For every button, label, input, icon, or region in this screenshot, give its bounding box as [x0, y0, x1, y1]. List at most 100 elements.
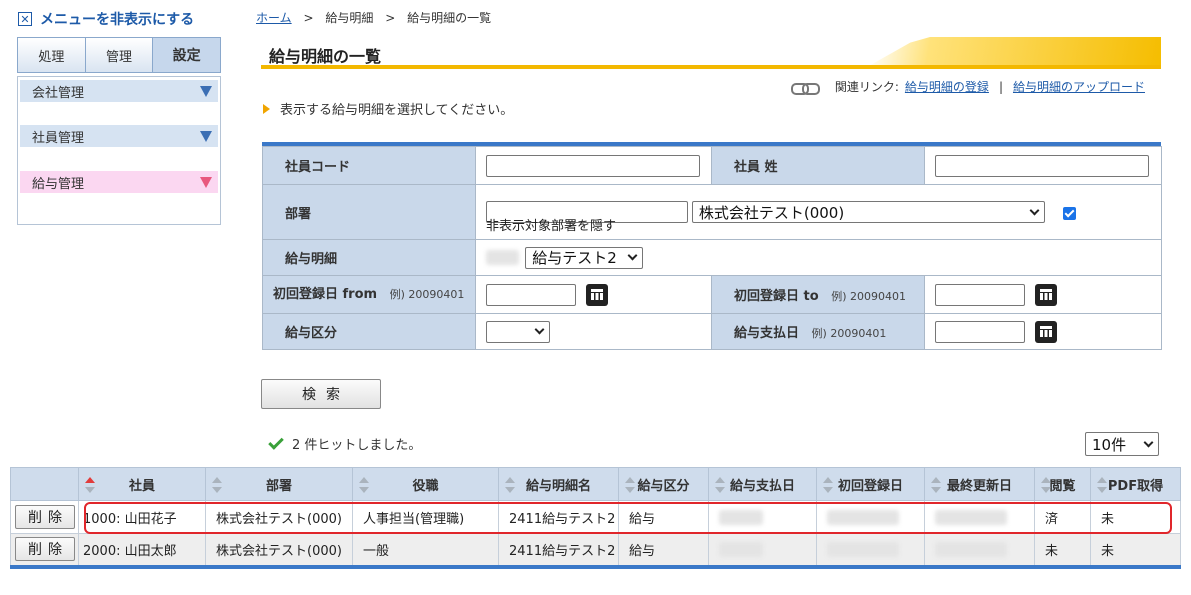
- menu-tabs: 処理 管理 設定: [17, 37, 221, 73]
- breadcrumb: ホーム > 給与明細 > 給与明細の一覧: [256, 9, 491, 26]
- chevron-down-icon: [627, 250, 638, 261]
- cell-department: 株式会社テスト(000): [205, 533, 353, 567]
- sidebar-item-employee[interactable]: 社員管理: [20, 125, 218, 147]
- instruction-text: 表示する給与明細を選択してください。: [280, 103, 514, 118]
- cell-pay-date: [708, 500, 817, 534]
- delete-button[interactable]: 削除: [15, 505, 75, 529]
- sort-icon: [625, 477, 635, 493]
- cell-viewed: 未: [1034, 533, 1091, 567]
- header-position[interactable]: 役職: [352, 467, 499, 501]
- tab-settings[interactable]: 設定: [153, 38, 221, 72]
- delete-button[interactable]: 削除: [15, 537, 75, 562]
- header-employee[interactable]: 社員: [78, 467, 206, 501]
- table-row[interactable]: 削除 2000: 山田太郎 株式会社テスト(000) 一般 2411給与テスト2…: [10, 533, 1181, 567]
- chevron-down-icon: [1143, 437, 1154, 447]
- sort-active-icon: [85, 477, 95, 493]
- pay-type-select[interactable]: [486, 320, 550, 343]
- payslip-select[interactable]: 給与テスト2: [525, 246, 644, 269]
- cell-pdf[interactable]: 未: [1090, 533, 1181, 567]
- sidebar-item-label: 会社管理: [32, 85, 85, 101]
- sort-icon: [715, 477, 725, 493]
- first-reg-from-example: 例) 20090401: [389, 287, 465, 301]
- payslip-select-value: 給与テスト2: [532, 249, 617, 267]
- tab-management[interactable]: 管理: [85, 38, 154, 72]
- related-links: 関連リンク: 給与明細の登録 | 給与明細のアップロード: [790, 78, 1145, 95]
- cell-payslip-name: 2411給与テスト2: [498, 533, 619, 567]
- sidebar-item-label: 給与管理: [32, 176, 85, 192]
- search-button[interactable]: 検索: [261, 379, 381, 409]
- search-form: 社員コード 社員 姓 部署 株式会社テスト(000) 非表示対象部署を隠す 給与…: [262, 142, 1162, 350]
- cell-pdf[interactable]: 未: [1090, 500, 1181, 534]
- cell-position: 人事担当(管理職): [352, 500, 499, 534]
- title-swoosh-decoration: [870, 37, 1161, 65]
- breadcrumb-separator: >: [303, 11, 314, 25]
- chain-link-icon: [790, 82, 820, 95]
- page-title: 給与明細の一覧: [269, 47, 382, 66]
- cell-viewed: 済: [1034, 500, 1091, 534]
- cell-employee: 2000: 山田太郎: [78, 533, 206, 567]
- header-department[interactable]: 部署: [205, 467, 353, 501]
- pay-type-label: 給与区分: [262, 313, 476, 350]
- first-reg-to-input[interactable]: [935, 283, 1025, 306]
- sidebar-item-company[interactable]: 会社管理: [20, 80, 218, 102]
- first-reg-from-input[interactable]: [486, 283, 576, 306]
- first-reg-from-label: 初回登録日 from: [273, 286, 378, 302]
- first-reg-from-label-cell: 初回登録日 from 例) 20090401: [262, 275, 476, 314]
- cell-employee: 1000: 山田花子: [78, 500, 206, 534]
- related-links-label: 関連リンク:: [834, 80, 899, 94]
- triangle-down-icon: [200, 176, 212, 188]
- payslip-blurred-prefix: 2411: [486, 250, 520, 265]
- cell-position: 一般: [352, 533, 499, 567]
- sidebar-item-label: 社員管理: [32, 130, 85, 146]
- breadcrumb-current: 給与明細の一覧: [407, 11, 492, 25]
- header-pdf[interactable]: PDF取得: [1090, 467, 1181, 501]
- sort-icon: [1097, 477, 1107, 493]
- header-pay-type[interactable]: 給与区分: [618, 467, 709, 501]
- breadcrumb-payslip: 給与明細: [325, 11, 374, 25]
- cell-payslip-name: 2411給与テスト2: [498, 500, 619, 534]
- menu-toggle[interactable]: ✕ メニューを非表示にする: [18, 9, 194, 29]
- employee-code-input[interactable]: [486, 154, 700, 177]
- hide-dept-checkbox-label: 非表示対象部署を隠す: [486, 219, 617, 234]
- sort-icon: [1041, 477, 1051, 493]
- first-reg-to-label-cell: 初回登録日 to 例) 20090401: [711, 275, 925, 314]
- header-payslip-name[interactable]: 給与明細名: [498, 467, 619, 501]
- cell-pay-type: 給与: [618, 533, 709, 567]
- related-links-divider: |: [998, 79, 1003, 94]
- first-reg-to-label: 初回登録日 to: [734, 289, 819, 304]
- table-row[interactable]: 削除 1000: 山田花子 株式会社テスト(000) 人事担当(管理職) 241…: [10, 500, 1181, 534]
- hit-count-text: 2 件ヒットしました。: [292, 438, 422, 453]
- header-first-reg[interactable]: 初回登録日: [816, 467, 925, 501]
- per-page-select[interactable]: 10件: [1085, 432, 1159, 456]
- triangle-down-icon: [200, 130, 212, 142]
- pay-date-input[interactable]: [935, 320, 1025, 343]
- pay-date-example: 例) 20090401: [811, 327, 887, 340]
- sort-icon: [931, 477, 941, 493]
- cell-first-reg: [816, 500, 925, 534]
- sort-icon: [359, 477, 369, 493]
- page-title-bar: 給与明細の一覧: [261, 37, 1161, 69]
- sidebar-item-payroll[interactable]: 給与管理: [20, 171, 218, 193]
- calendar-icon[interactable]: [586, 283, 609, 306]
- per-page-value: 10件: [1092, 435, 1127, 454]
- surname-input[interactable]: [935, 154, 1149, 177]
- calendar-icon[interactable]: [1035, 320, 1058, 343]
- department-label: 部署: [262, 184, 476, 240]
- triangle-down-icon: [200, 85, 212, 97]
- payslip-register-link[interactable]: 給与明細の登録: [905, 78, 989, 95]
- cell-first-reg: [816, 533, 925, 567]
- breadcrumb-home-link[interactable]: ホーム: [256, 11, 292, 25]
- calendar-icon[interactable]: [1035, 283, 1058, 306]
- pay-date-label-cell: 給与支払日 例) 20090401: [711, 313, 925, 350]
- header-viewed[interactable]: 閲覧: [1034, 467, 1091, 501]
- header-last-update[interactable]: 最終更新日: [924, 467, 1035, 501]
- header-pay-date[interactable]: 給与支払日: [708, 467, 817, 501]
- surname-label: 社員 姓: [711, 146, 925, 185]
- search-form-table: 社員コード 社員 姓 部署 株式会社テスト(000) 非表示対象部署を隠す 給与…: [262, 146, 1162, 350]
- payslip-upload-link[interactable]: 給与明細のアップロード: [1013, 78, 1145, 95]
- employee-code-label: 社員コード: [262, 146, 476, 185]
- tab-process[interactable]: 処理: [18, 38, 86, 72]
- hit-count: 2 件ヒットしました。: [268, 433, 422, 453]
- cell-last-update: [924, 500, 1035, 534]
- header-action: [10, 467, 79, 501]
